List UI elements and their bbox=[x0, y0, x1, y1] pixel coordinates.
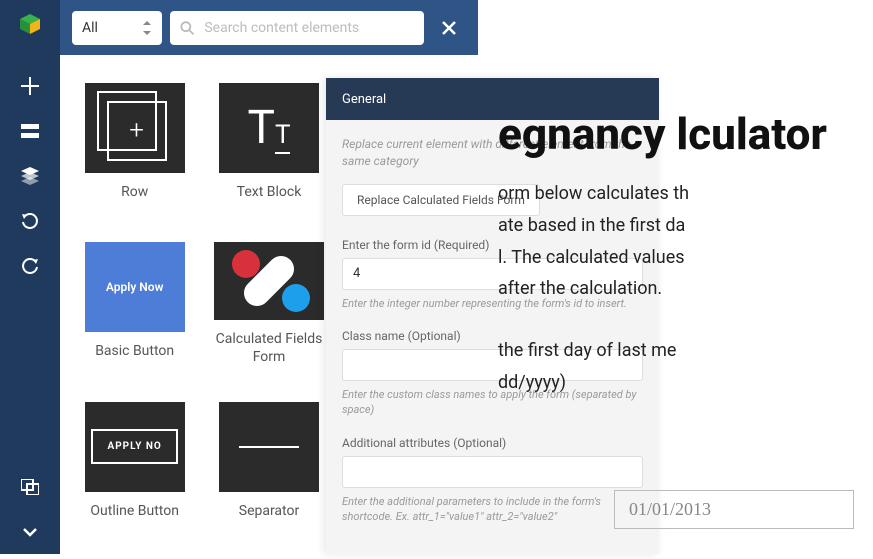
additional-attrs-hint: Enter the additional parameters to inclu… bbox=[342, 494, 643, 525]
outline-button-thumb: APPLY NO bbox=[85, 402, 185, 492]
search-box bbox=[170, 11, 424, 45]
basic-button-thumb: Apply Now bbox=[85, 242, 185, 332]
element-label: Basic Button bbox=[95, 342, 174, 360]
element-row[interactable]: Row bbox=[80, 83, 189, 207]
window-icon[interactable] bbox=[0, 464, 60, 509]
filter-select[interactable]: All bbox=[72, 11, 162, 45]
element-label: Text Block bbox=[237, 183, 302, 201]
element-separator[interactable]: Separator bbox=[214, 402, 323, 526]
expand-icon[interactable] bbox=[0, 509, 60, 554]
element-basic-button[interactable]: Apply Now Basic Button bbox=[80, 242, 189, 366]
separator-thumb bbox=[219, 402, 319, 492]
panel-header: All bbox=[60, 0, 478, 55]
search-icon bbox=[180, 20, 194, 36]
page-content: egnancy lculator orm below calculates th… bbox=[478, 90, 873, 439]
element-label: Calculated Fields Form bbox=[214, 330, 323, 366]
outline-button-thumb-text: APPLY NO bbox=[91, 429, 177, 464]
page-body-text: orm below calculates th ate based in the… bbox=[498, 178, 853, 398]
element-outline-button[interactable]: APPLY NO Outline Button bbox=[80, 402, 189, 526]
element-text-block[interactable]: TT Text Block bbox=[214, 83, 323, 207]
element-calculated-fields-form[interactable]: Calculated Fields Form bbox=[214, 242, 323, 366]
row-thumb bbox=[85, 83, 185, 173]
redo-icon[interactable] bbox=[0, 243, 60, 288]
undo-icon[interactable] bbox=[0, 198, 60, 243]
additional-attrs-field-group: Additional attributes (Optional) Enter t… bbox=[342, 436, 643, 525]
text-block-thumb: TT bbox=[219, 83, 319, 173]
element-label: Row bbox=[121, 183, 148, 201]
stack-icon[interactable] bbox=[0, 153, 60, 198]
search-input[interactable] bbox=[204, 20, 414, 36]
cff-thumb bbox=[214, 242, 323, 320]
close-icon bbox=[441, 20, 457, 36]
date-input[interactable]: 01/01/2013 bbox=[614, 490, 854, 529]
layout-icon[interactable] bbox=[0, 108, 60, 153]
basic-button-thumb-text: Apply Now bbox=[85, 242, 185, 332]
chevron-updown-icon bbox=[142, 21, 152, 35]
page-title: egnancy lculator bbox=[498, 110, 853, 158]
add-element-button[interactable] bbox=[0, 63, 60, 108]
additional-attrs-input[interactable] bbox=[342, 456, 643, 488]
element-label: Outline Button bbox=[90, 502, 179, 520]
close-button[interactable] bbox=[432, 11, 466, 45]
filter-selected-label: All bbox=[82, 20, 98, 36]
left-rail bbox=[0, 0, 60, 554]
logo-icon bbox=[16, 10, 44, 38]
element-label: Separator bbox=[239, 502, 299, 520]
